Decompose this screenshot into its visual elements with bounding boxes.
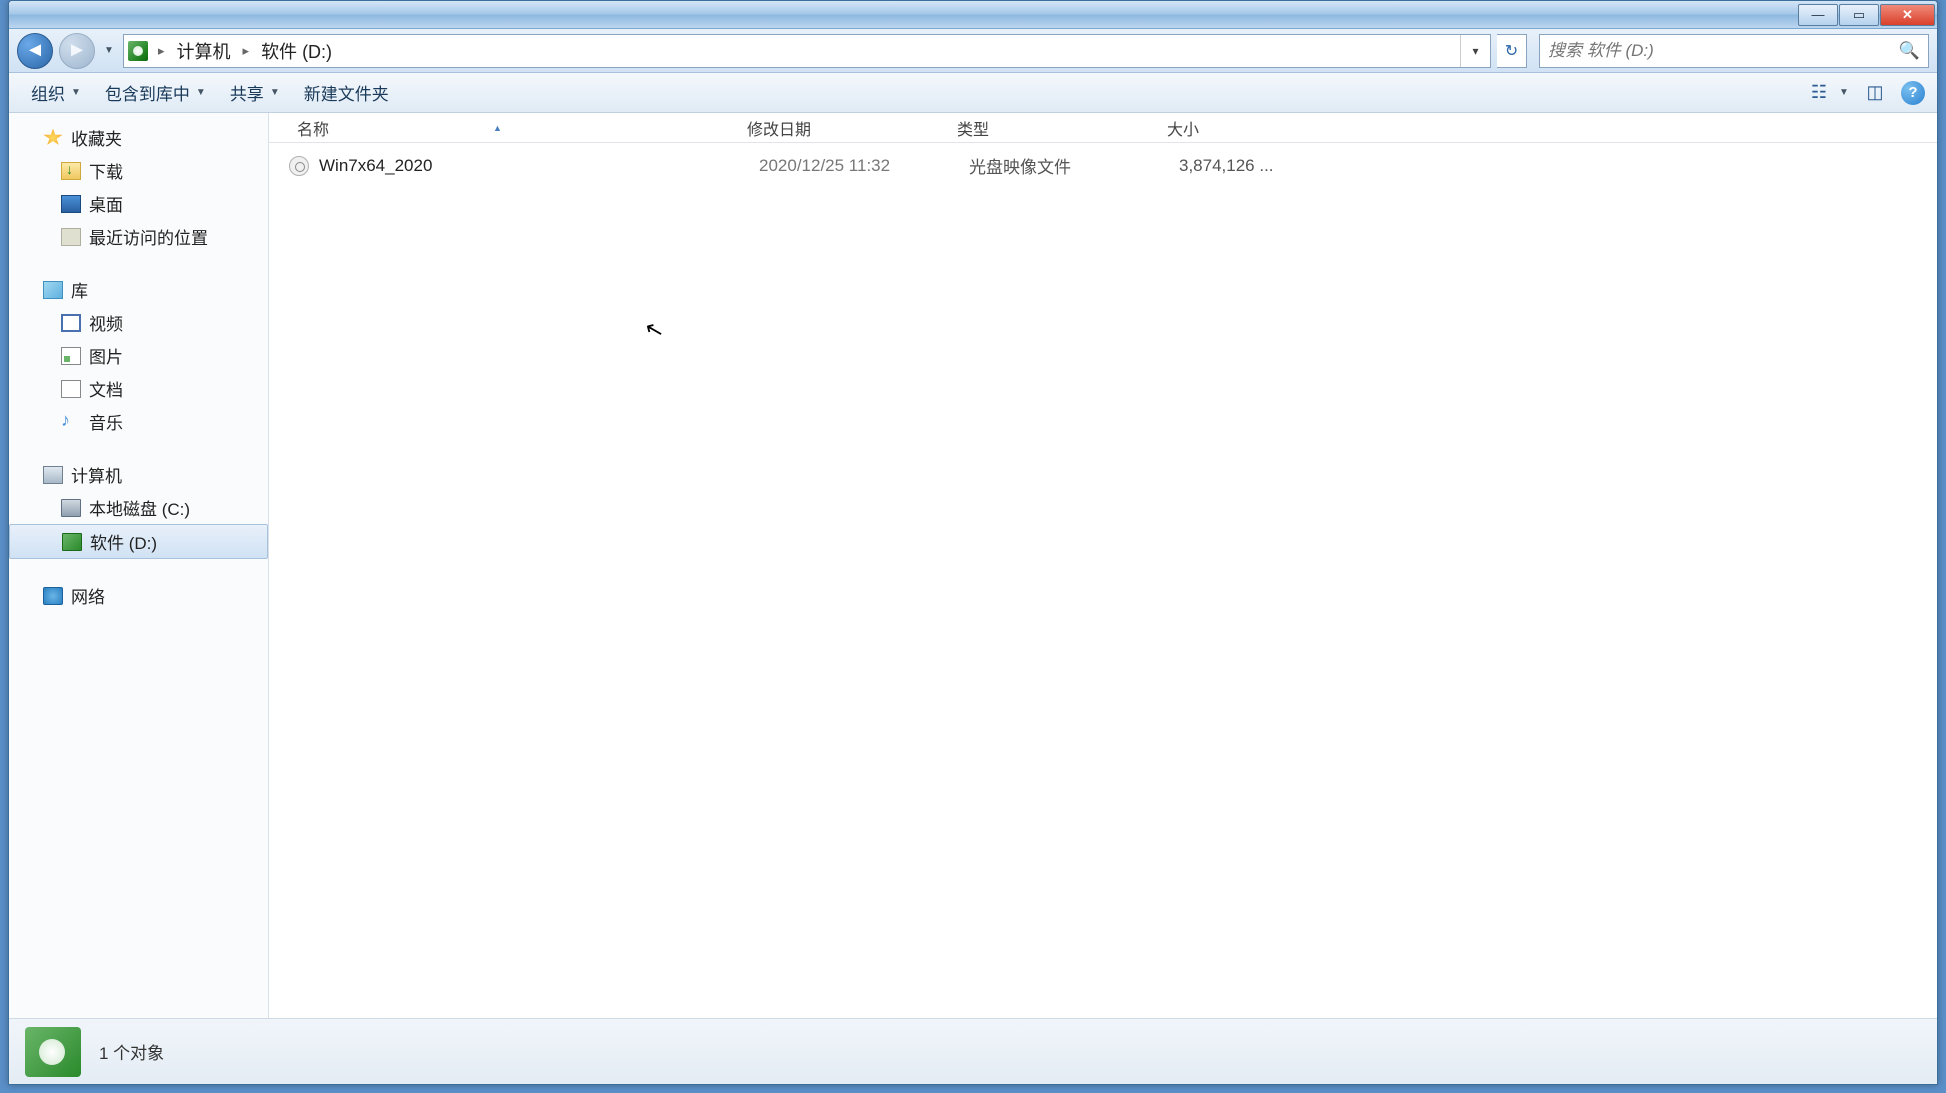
view-dropdown[interactable]: ▼ [1839,87,1855,98]
recent-icon [61,228,81,246]
sidebar-favorites[interactable]: 收藏夹 [9,121,268,154]
sidebar-documents[interactable]: 文档 [9,372,268,405]
breadcrumb-drive[interactable]: 软件 (D:) [255,34,338,68]
address-bar[interactable]: ▸ 计算机 ▸ 软件 (D:) ▾ [123,34,1491,68]
iso-file-icon [289,156,309,176]
back-button[interactable]: ◄ [17,33,53,69]
view-mode-button[interactable]: ☷ [1803,79,1835,107]
content-pane: 名称▲ 修改日期 类型 大小 Win7x64_2020 2020/12/25 1… [269,113,1937,1018]
organize-button[interactable]: 组织▼ [21,74,91,111]
picture-icon [61,347,81,365]
sidebar-label: 收藏夹 [71,125,122,150]
column-headers: 名称▲ 修改日期 类型 大小 [269,113,1937,143]
close-button[interactable]: ✕ [1880,4,1935,26]
sidebar-network[interactable]: 网络 [9,579,268,612]
toolbar: 组织▼ 包含到库中▼ 共享▼ 新建文件夹 ☷ ▼ ◫ ? [9,73,1937,113]
sidebar-label: 本地磁盘 (C:) [89,495,190,520]
sidebar-disk-d[interactable]: 软件 (D:) [9,524,268,559]
sort-indicator-icon: ▲ [493,123,502,133]
video-icon [61,314,81,332]
sidebar-videos[interactable]: 视频 [9,306,268,339]
history-dropdown[interactable]: ▼ [101,37,117,65]
explorer-window: — ▭ ✕ ◄ ► ▼ ▸ 计算机 ▸ 软件 (D:) ▾ ↻ 🔍 组织▼ 包含… [8,0,1938,1085]
preview-pane-button[interactable]: ◫ [1859,79,1891,107]
file-date: 2020/12/25 11:32 [759,156,969,176]
title-bar[interactable]: — ▭ ✕ [9,1,1937,29]
sidebar-label: 计算机 [71,462,122,487]
drive-icon [128,41,148,61]
sidebar-label: 图片 [89,343,123,368]
computer-icon [43,466,63,484]
include-in-library-button[interactable]: 包含到库中▼ [95,74,216,111]
body-area: 收藏夹 下载 桌面 最近访问的位置 库 视频 图片 文档 ♪ 音乐 计算机 本地磁… [9,113,1937,1018]
sidebar-label: 库 [71,277,88,302]
download-icon [61,162,81,180]
sidebar-label: 软件 (D:) [90,529,157,554]
column-header-size[interactable]: 大小 [1159,113,1299,144]
sidebar-libraries[interactable]: 库 [9,273,268,306]
status-bar: 1 个对象 [9,1018,1937,1084]
disk-icon [62,533,82,551]
chevron-down-icon: ▼ [270,87,280,98]
chevron-down-icon: ▼ [196,87,206,98]
breadcrumb-computer[interactable]: 计算机 [171,34,237,68]
drive-large-icon [25,1027,81,1077]
sidebar-label: 视频 [89,310,123,335]
column-header-date[interactable]: 修改日期 [739,113,949,144]
refresh-button[interactable]: ↻ [1497,34,1527,68]
search-input[interactable] [1548,41,1899,61]
network-icon [43,587,63,605]
maximize-button[interactable]: ▭ [1839,4,1879,26]
forward-button[interactable]: ► [59,33,95,69]
search-icon[interactable]: 🔍 [1899,41,1920,61]
sidebar-label: 文档 [89,376,123,401]
sidebar-label: 最近访问的位置 [89,224,208,249]
share-button[interactable]: 共享▼ [220,74,290,111]
sidebar-disk-c[interactable]: 本地磁盘 (C:) [9,491,268,524]
sidebar-music[interactable]: ♪ 音乐 [9,405,268,438]
search-box[interactable]: 🔍 [1539,34,1929,68]
file-list[interactable]: Win7x64_2020 2020/12/25 11:32 光盘映像文件 3,8… [269,143,1937,1018]
chevron-down-icon: ▼ [71,87,81,98]
sidebar-downloads[interactable]: 下载 [9,154,268,187]
navigation-bar: ◄ ► ▼ ▸ 计算机 ▸ 软件 (D:) ▾ ↻ 🔍 [9,29,1937,73]
disk-icon [61,499,81,517]
sidebar-label: 下载 [89,158,123,183]
help-button[interactable]: ? [1901,81,1925,105]
sidebar-pictures[interactable]: 图片 [9,339,268,372]
navigation-sidebar: 收藏夹 下载 桌面 最近访问的位置 库 视频 图片 文档 ♪ 音乐 计算机 本地磁… [9,113,269,1018]
file-row[interactable]: Win7x64_2020 2020/12/25 11:32 光盘映像文件 3,8… [269,147,1937,184]
minimize-button[interactable]: — [1798,4,1838,26]
address-dropdown[interactable]: ▾ [1460,35,1490,67]
sidebar-label: 音乐 [89,409,123,434]
document-icon [61,380,81,398]
sidebar-computer[interactable]: 计算机 [9,458,268,491]
sidebar-desktop[interactable]: 桌面 [9,187,268,220]
column-header-type[interactable]: 类型 [949,113,1159,144]
file-size: 3,874,126 ... [1179,156,1319,176]
sidebar-label: 网络 [71,583,105,608]
file-type: 光盘映像文件 [969,153,1179,178]
new-folder-button[interactable]: 新建文件夹 [294,74,399,111]
file-name: Win7x64_2020 [319,156,759,176]
column-header-name[interactable]: 名称▲ [289,113,739,144]
star-icon [43,129,63,147]
desktop-icon [61,195,81,213]
sidebar-recent[interactable]: 最近访问的位置 [9,220,268,253]
music-icon: ♪ [61,413,81,431]
library-icon [43,281,63,299]
crumb-separator-icon[interactable]: ▸ [152,43,171,59]
sidebar-label: 桌面 [89,191,123,216]
crumb-separator-icon[interactable]: ▸ [237,43,256,59]
status-text: 1 个对象 [99,1039,164,1064]
